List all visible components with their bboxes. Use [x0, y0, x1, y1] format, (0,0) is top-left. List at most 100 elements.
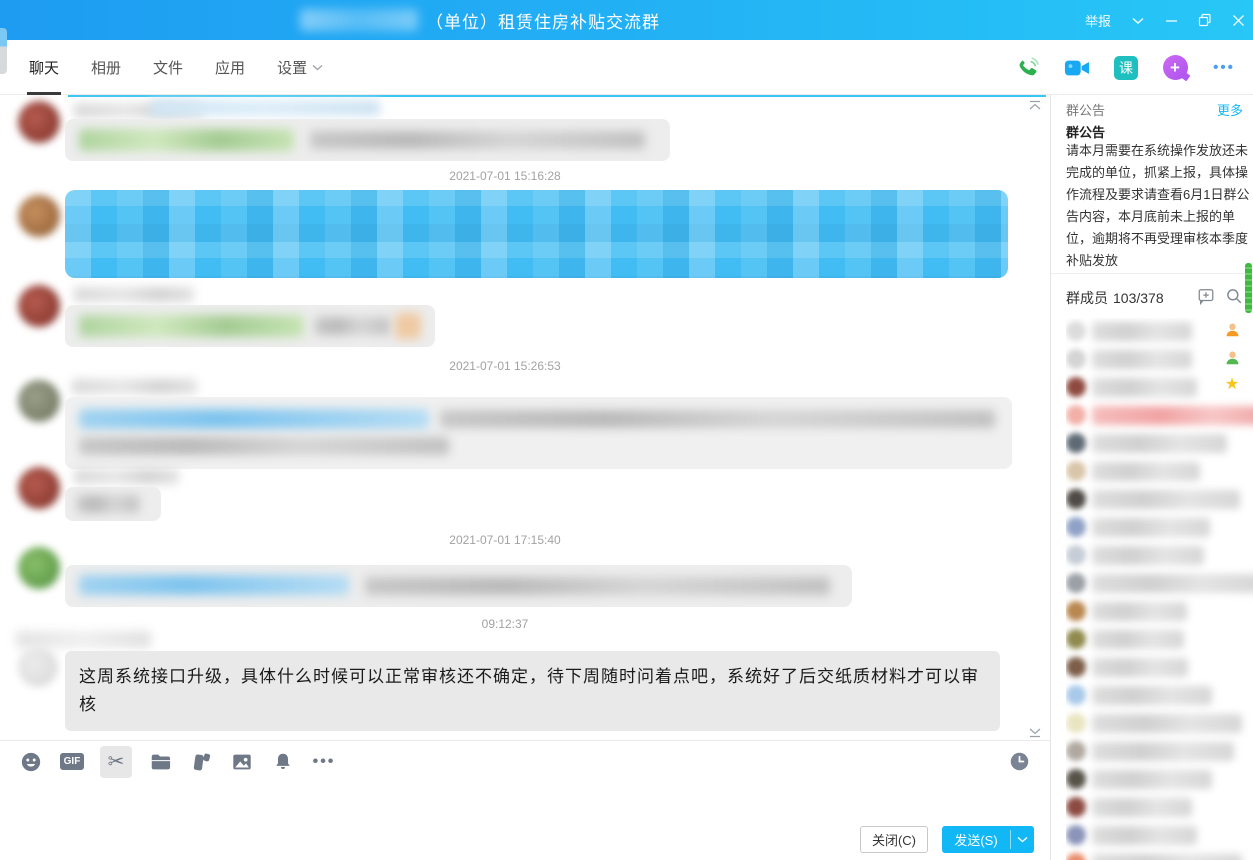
restore-button[interactable] — [1198, 13, 1212, 27]
member-avatar — [1066, 601, 1086, 621]
member-avatar — [1066, 349, 1086, 369]
more-tools-icon[interactable]: ••• — [311, 749, 337, 775]
titlebar-chevron-down-icon[interactable] — [1131, 16, 1145, 25]
class-app-icon[interactable]: 课 — [1113, 55, 1139, 81]
docked-panel-handle[interactable] — [0, 28, 7, 74]
avatar[interactable] — [18, 647, 58, 687]
close-chat-button[interactable]: 关闭(C) — [860, 826, 928, 853]
member-row[interactable] — [1066, 542, 1253, 570]
member-avatar — [1066, 461, 1086, 481]
chat-window: （单位）租赁住房补贴交流群 举报 聊天 相册 文件 应用 — [0, 0, 1253, 860]
gif-icon[interactable]: GIF — [59, 749, 85, 775]
member-name-blur — [1092, 350, 1192, 369]
member-name-blur — [1092, 378, 1197, 397]
emoji-icon[interactable] — [18, 749, 44, 775]
tab-chat[interactable]: 聊天 — [27, 51, 61, 84]
send-file-folder-icon[interactable] — [147, 749, 173, 775]
timestamp: 2021-07-01 17:15:40 — [0, 533, 1010, 547]
member-row[interactable] — [1066, 738, 1253, 766]
member-name-blur — [1092, 322, 1192, 341]
announcement-body: 请本月需要在系统操作发放还未完成的单位，抓紧上报，具体操作流程及要求请查看6月1… — [1066, 140, 1253, 272]
add-bubble-icon[interactable]: + — [1162, 55, 1188, 81]
message-bubble-redacted[interactable] — [65, 397, 1012, 469]
member-row[interactable] — [1066, 710, 1253, 738]
member-scrollbar[interactable] — [1245, 263, 1252, 313]
member-row[interactable] — [1066, 430, 1253, 458]
minimize-button[interactable] — [1165, 14, 1178, 27]
avatar[interactable] — [18, 467, 60, 509]
member-row[interactable]: ★ — [1066, 374, 1253, 402]
avatar[interactable] — [18, 380, 60, 422]
tab-album[interactable]: 相册 — [89, 51, 123, 84]
send-options-chevron-icon[interactable] — [1011, 826, 1034, 853]
announcement-title: 群公告 — [1066, 122, 1105, 141]
puzzle-icon[interactable] — [188, 749, 214, 775]
member-name-blur — [1092, 406, 1253, 425]
avatar[interactable] — [18, 195, 60, 237]
member-row[interactable] — [1066, 654, 1253, 682]
owner-badge-icon — [1223, 320, 1241, 338]
member-row[interactable] — [1066, 402, 1253, 430]
image-icon[interactable] — [229, 749, 255, 775]
member-avatar — [1066, 629, 1086, 649]
more-actions-icon[interactable]: ••• — [1211, 55, 1237, 81]
close-button[interactable] — [1232, 14, 1245, 27]
member-avatar — [1066, 517, 1086, 537]
message-bubble-redacted[interactable] — [65, 565, 852, 607]
video-call-icon[interactable] — [1064, 55, 1090, 81]
member-name-blur — [1092, 602, 1187, 621]
member-row[interactable] — [1066, 794, 1253, 822]
voice-call-icon[interactable] — [1015, 55, 1041, 81]
member-avatar — [1066, 489, 1086, 509]
message-history[interactable]: 2021-07-01 15:16:28 2021-07-01 15:26:53 — [0, 95, 1050, 740]
message-bubble-redacted-blue[interactable] — [65, 190, 1008, 278]
invite-member-icon[interactable] — [1197, 287, 1215, 308]
screenshot-scissors-icon[interactable]: ✂ — [100, 746, 132, 778]
member-row[interactable] — [1066, 318, 1253, 346]
chat-panel: 2021-07-01 15:16:28 2021-07-01 15:26:53 — [0, 95, 1050, 860]
search-member-icon[interactable] — [1225, 287, 1243, 308]
bell-icon[interactable] — [270, 749, 296, 775]
report-button[interactable]: 举报 — [1085, 11, 1111, 30]
scroll-bottom-icon[interactable] — [1028, 725, 1042, 740]
window-title: （单位）租赁住房补贴交流群 — [426, 8, 660, 33]
member-row[interactable] — [1066, 598, 1253, 626]
member-row[interactable] — [1066, 766, 1253, 794]
tab-settings[interactable]: 设置 — [275, 51, 325, 84]
member-row[interactable] — [1066, 822, 1253, 850]
member-row[interactable] — [1066, 458, 1253, 486]
member-name-blur — [1092, 546, 1204, 565]
member-avatar — [1066, 573, 1086, 593]
sender-name-blur — [74, 287, 194, 302]
send-button[interactable]: 发送(S) — [942, 826, 1034, 853]
member-row[interactable] — [1066, 626, 1253, 654]
member-row[interactable] — [1066, 682, 1253, 710]
member-row[interactable] — [1066, 486, 1253, 514]
member-row[interactable] — [1066, 346, 1253, 374]
avatar[interactable] — [18, 101, 60, 143]
member-name-blur — [1092, 854, 1242, 860]
avatar[interactable] — [18, 285, 60, 327]
message-bubble[interactable]: 这周系统接口升级，具体什么时候可以正常审核还不确定，待下周随时问着点吧，系统好了… — [65, 651, 1000, 731]
member-row[interactable] — [1066, 850, 1253, 860]
member-avatar — [1066, 433, 1086, 453]
message-bubble-redacted[interactable] — [65, 487, 161, 521]
member-avatar — [1066, 741, 1086, 761]
message-bubble-redacted[interactable] — [65, 305, 435, 347]
sender-title-blur — [150, 100, 380, 116]
tab-files[interactable]: 文件 — [151, 51, 185, 84]
message-history-clock-icon[interactable] — [1006, 749, 1032, 775]
announcement-more-link[interactable]: 更多 — [1217, 100, 1243, 119]
member-avatar — [1066, 797, 1086, 817]
member-name-blur — [1092, 630, 1184, 649]
member-row[interactable] — [1066, 570, 1253, 598]
member-row[interactable] — [1066, 514, 1253, 542]
scroll-top-icon[interactable] — [1028, 98, 1042, 116]
tabbar: 聊天 相册 文件 应用 设置 — [0, 40, 1253, 95]
sender-name-blur — [16, 631, 151, 648]
member-avatar — [1066, 769, 1086, 789]
message-input[interactable] — [0, 782, 1050, 825]
message-bubble-redacted[interactable] — [65, 119, 670, 161]
tab-apps[interactable]: 应用 — [213, 51, 247, 84]
avatar[interactable] — [18, 547, 60, 589]
